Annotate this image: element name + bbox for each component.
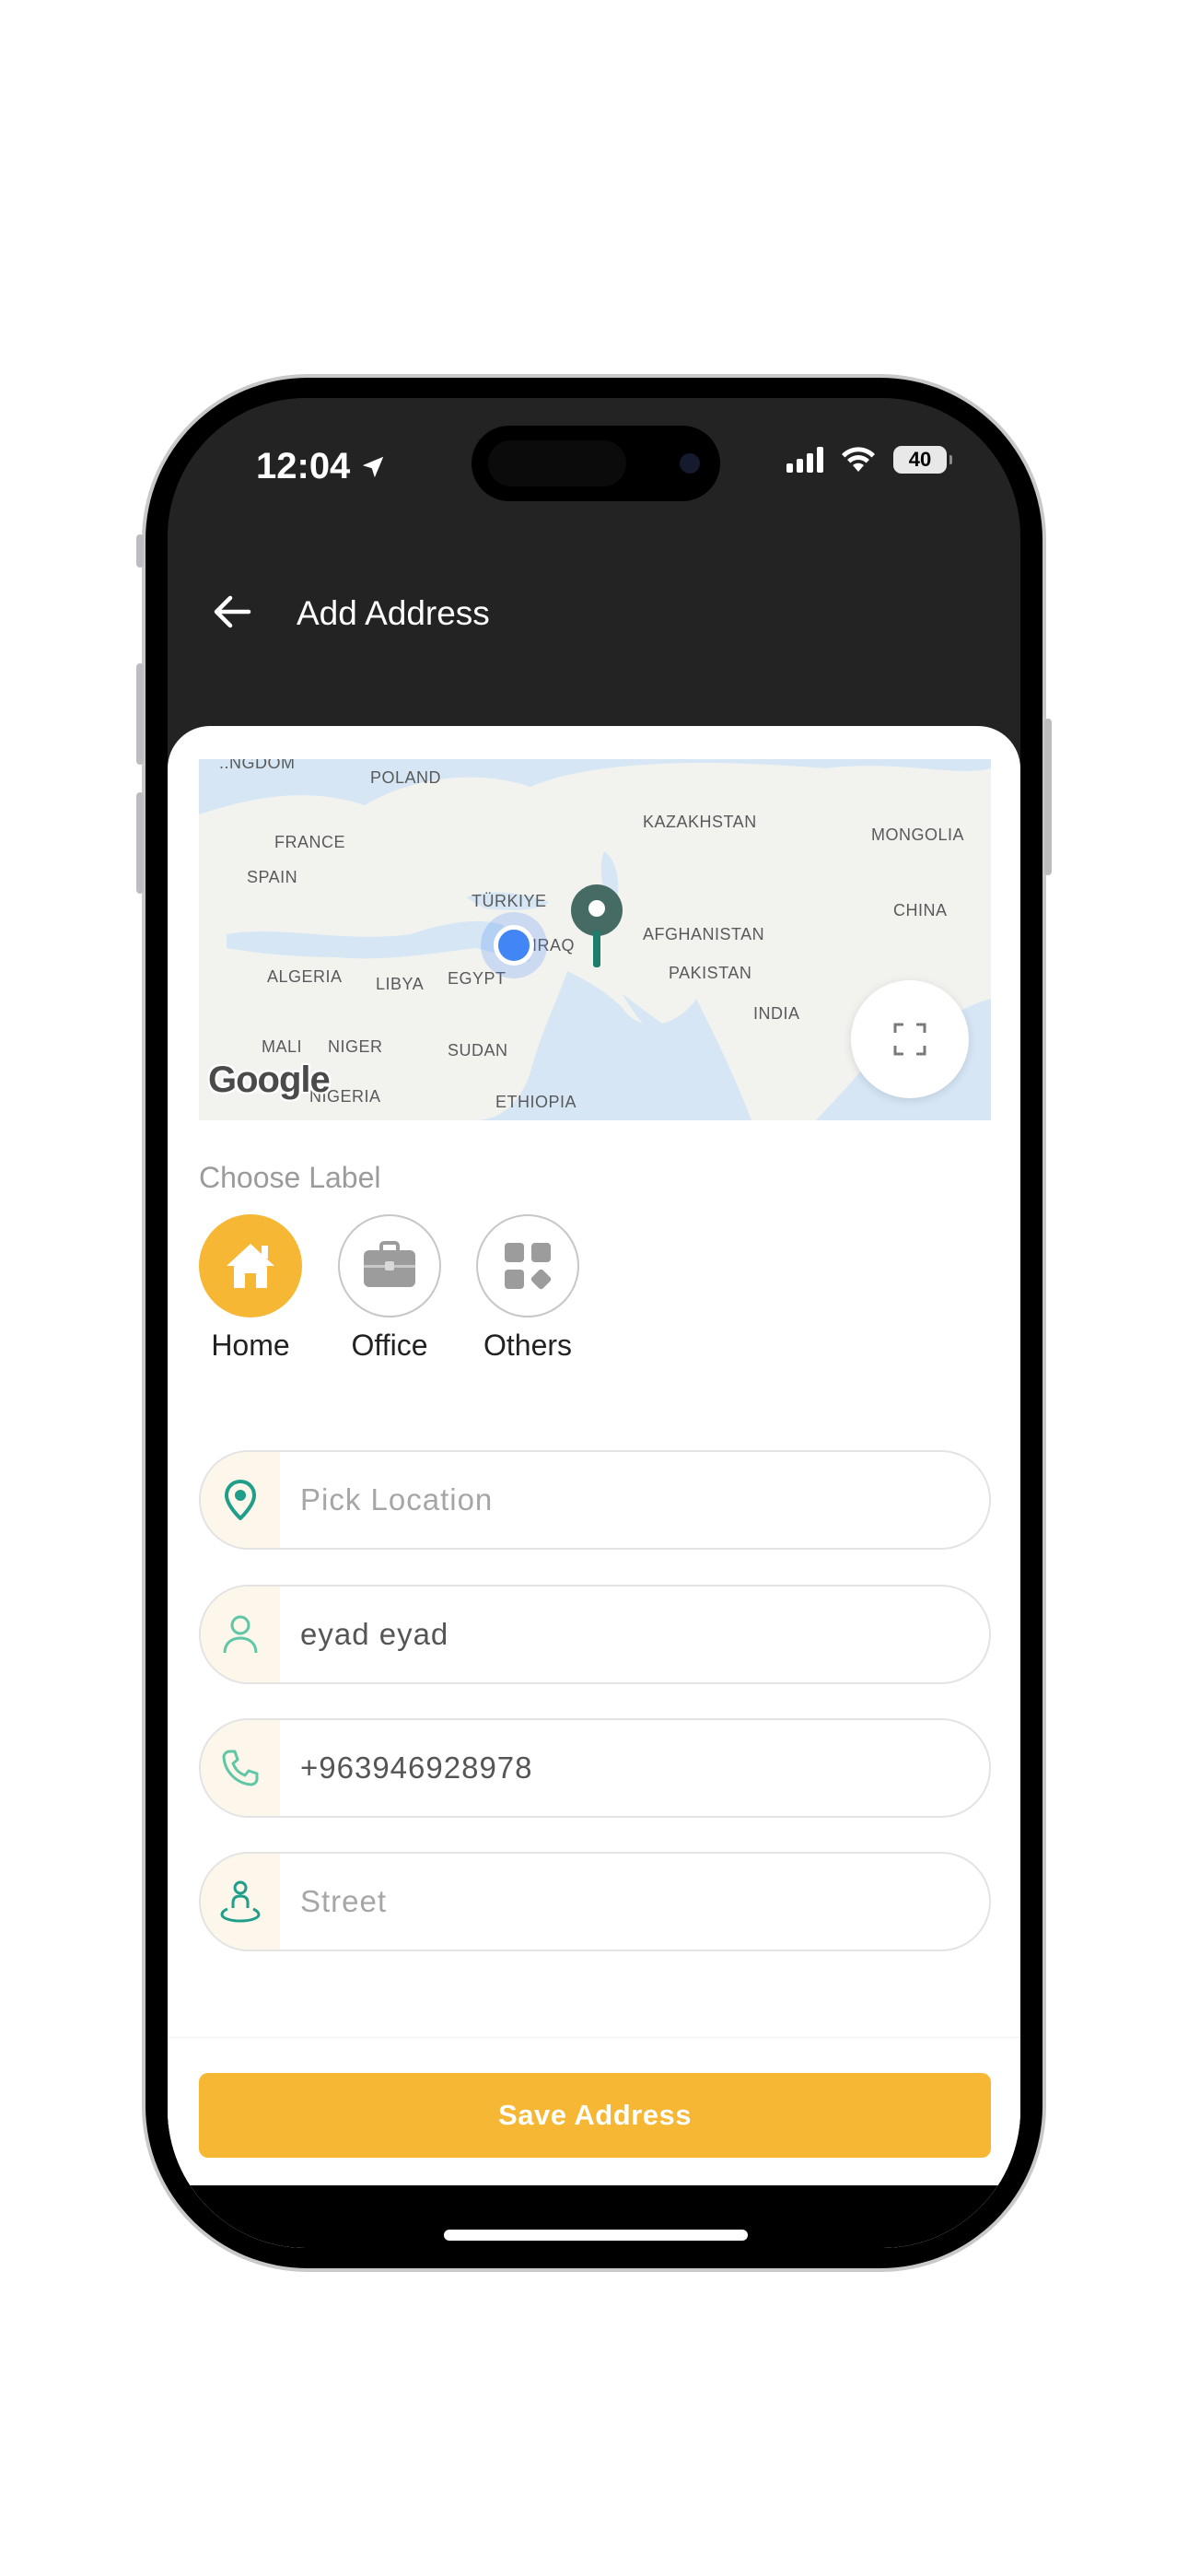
front-camera [680, 453, 700, 474]
map-label: AFGHANISTAN [643, 925, 765, 943]
map-view[interactable]: ..NGDOM POLAND FRANCE SPAIN KAZAKHSTAN M… [199, 759, 991, 1120]
grid-icon [505, 1243, 552, 1290]
phone-icon [222, 1750, 259, 1786]
name-field[interactable] [199, 1585, 991, 1684]
location-pin-icon [224, 1480, 257, 1520]
status-time: 12:04 [256, 446, 387, 487]
map-pin-icon [571, 884, 623, 967]
island-sensor [488, 440, 626, 486]
label-option-text: Home [211, 1329, 290, 1362]
map-label: LIBYA [376, 975, 425, 993]
label-option-home[interactable]: Home [195, 1214, 306, 1363]
current-location-dot [494, 925, 534, 966]
cellular-signal-icon [786, 447, 823, 473]
field-icon-box [201, 1587, 280, 1682]
map-label: PAKISTAN [669, 964, 752, 982]
person-icon [223, 1615, 258, 1654]
map-label: ALGERIA [267, 967, 343, 986]
phone-screen: 12:04 40 Add Address ..NGDOM POLAND FRAN… [168, 398, 1020, 2248]
action-button [136, 534, 144, 568]
label-option-office[interactable]: Office [334, 1214, 445, 1363]
home-indicator[interactable] [444, 2230, 748, 2241]
home-label-circle[interactable] [199, 1214, 302, 1317]
map-label: ETHIOPIA [495, 1093, 577, 1111]
map-label: FRANCE [274, 833, 346, 851]
phone-input[interactable] [280, 1751, 945, 1786]
map-label: SPAIN [247, 868, 298, 886]
map-label: INDIA [753, 1004, 800, 1023]
name-input[interactable] [280, 1617, 945, 1652]
address-form-card: ..NGDOM POLAND FRANCE SPAIN KAZAKHSTAN M… [168, 726, 1020, 2248]
field-icon-box [201, 1854, 280, 1950]
dynamic-island [472, 426, 720, 501]
home-icon [227, 1244, 274, 1288]
map-label: MONGOLIA [871, 825, 965, 844]
map-label: TÜRKIYE [472, 892, 547, 910]
map-label: KAZAKHSTAN [643, 813, 757, 831]
street-input[interactable] [280, 1884, 945, 1919]
map-label-uk: ..NGDOM [219, 759, 296, 772]
map-label: NIGER [328, 1037, 383, 1056]
pick-location-field[interactable] [199, 1450, 991, 1550]
pick-location-input[interactable] [280, 1482, 945, 1517]
map-label: MALI [262, 1037, 303, 1056]
google-logo: Google [208, 1060, 331, 1100]
label-option-others[interactable]: Others [472, 1214, 583, 1363]
map-label: CHINA [893, 901, 948, 919]
field-icon-box [201, 1720, 280, 1816]
others-label-circle[interactable] [476, 1214, 579, 1317]
fullscreen-icon [893, 1023, 926, 1056]
location-arrow-icon [363, 456, 384, 477]
time-text: 12:04 [256, 446, 351, 486]
volume-down-button [136, 792, 144, 894]
battery-icon: 40 [893, 446, 952, 474]
phone-field[interactable] [199, 1718, 991, 1818]
back-button[interactable] [203, 582, 262, 641]
power-button [1044, 719, 1052, 875]
map-label: SUDAN [448, 1041, 508, 1060]
briefcase-icon [364, 1241, 415, 1287]
label-option-text: Office [351, 1329, 428, 1362]
street-pin-icon [220, 1880, 261, 1923]
map-label: POLAND [370, 768, 442, 787]
battery-level: 40 [908, 448, 932, 471]
wifi-icon [842, 447, 875, 472]
label-option-text: Others [483, 1329, 573, 1362]
page-title: Add Address [297, 594, 490, 632]
street-field[interactable] [199, 1852, 991, 1951]
field-icon-box [201, 1452, 280, 1548]
fullscreen-button[interactable] [851, 980, 969, 1098]
save-address-button[interactable]: Save Address [199, 2073, 991, 2158]
choose-label-heading: Choose Label [199, 1161, 381, 1194]
arrow-left-icon [214, 595, 251, 628]
status-indicators: 40 [786, 446, 952, 474]
map-label: EGYPT [448, 969, 507, 988]
office-label-circle[interactable] [338, 1214, 441, 1317]
volume-up-button [136, 663, 144, 765]
